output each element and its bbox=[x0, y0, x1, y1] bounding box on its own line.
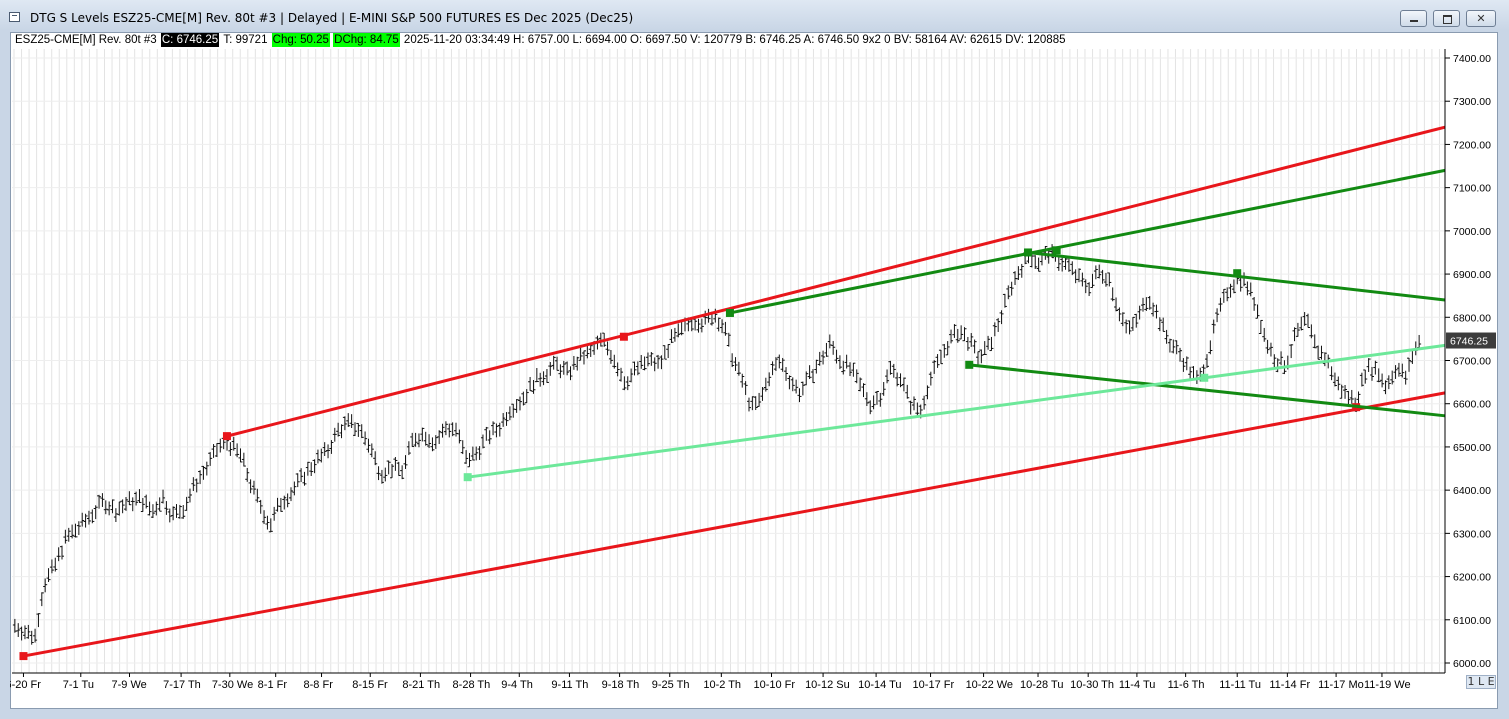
x-tick-label: 7-1 Tu bbox=[63, 679, 94, 691]
x-tick-label: 10-28 Tu bbox=[1020, 679, 1063, 691]
y-tick-label: 6200.00 bbox=[1453, 572, 1491, 584]
y-tick-label: 6000.00 bbox=[1453, 658, 1491, 670]
horizontal-grid bbox=[12, 57, 1445, 664]
chart-mode-label[interactable]: 1 L E bbox=[1466, 675, 1496, 689]
x-tick-label: 10-22 We bbox=[966, 679, 1014, 691]
x-tick-label: 8-21 Th bbox=[402, 679, 440, 691]
x-tick-label: 7-30 We bbox=[212, 679, 253, 691]
x-tick-label: 10-12 Su bbox=[805, 679, 850, 691]
minimize-button[interactable] bbox=[1400, 10, 1427, 27]
tick-count: T: 99721 bbox=[223, 34, 268, 46]
chart-window: DTG S Levels ESZ25-CME[M] Rev. 80t #3 | … bbox=[0, 0, 1509, 719]
title-bar[interactable]: DTG S Levels ESZ25-CME[M] Rev. 80t #3 | … bbox=[0, 0, 1509, 32]
price-chart[interactable]: 6000.00 6100.00 6200.00 6300.00 6400.00 6500.… bbox=[10, 32, 1498, 709]
x-tick-label: 8-8 Fr bbox=[304, 679, 334, 691]
x-tick-label: 11-14 Fr bbox=[1269, 679, 1310, 691]
x-tick-label: 8-28 Th bbox=[453, 679, 491, 691]
window-icon[interactable] bbox=[9, 12, 20, 22]
trend-anchor-marker bbox=[463, 473, 472, 482]
x-tick-label: 10-17 Fr bbox=[913, 679, 955, 691]
close-button[interactable] bbox=[1466, 10, 1496, 27]
y-tick-label: 7000.00 bbox=[1453, 226, 1491, 238]
trend-lines bbox=[19, 125, 1446, 661]
trend-anchor-marker bbox=[965, 360, 974, 369]
x-tick-label: 9-25 Th bbox=[652, 679, 690, 691]
trend-anchor-marker bbox=[1052, 246, 1061, 255]
x-tick-label: 11-17 Mo bbox=[1318, 679, 1364, 691]
y-tick-label: 6400.00 bbox=[1453, 485, 1491, 497]
y-tick-label: 6700.00 bbox=[1453, 356, 1491, 368]
x-tick-label: 9-4 Th bbox=[501, 679, 533, 691]
y-tick-label: 7400.00 bbox=[1453, 53, 1491, 65]
window-title: DTG S Levels ESZ25-CME[M] Rev. 80t #3 | … bbox=[30, 11, 634, 25]
trend-anchor-marker bbox=[19, 652, 28, 661]
trend-anchor-marker bbox=[725, 308, 734, 317]
x-tick-label: 8-15 Fr bbox=[352, 679, 388, 691]
x-tick-label: 11-11 Tu bbox=[1219, 679, 1261, 691]
x-tick-label: 9-11 Th bbox=[551, 679, 588, 691]
x-tick-label: 11-19 We bbox=[1364, 679, 1411, 691]
last-price-label: 6746.25 bbox=[1450, 336, 1488, 348]
maximize-button[interactable] bbox=[1433, 10, 1460, 27]
trend-anchor-marker bbox=[1023, 248, 1032, 257]
trend-line bbox=[729, 168, 1446, 315]
x-tick-label: 10-30 Th bbox=[1070, 679, 1114, 691]
change-value: Chg: 50.25 bbox=[271, 33, 330, 47]
x-tick-label: 10-14 Tu bbox=[858, 679, 901, 691]
info-bar: ESZ25-CME[M] Rev. 80t #3 C: 6746.25 T: 9… bbox=[14, 33, 1067, 47]
price-axis: 6000.00 6100.00 6200.00 6300.00 6400.00 6500.… bbox=[1444, 49, 1496, 673]
trend-anchor-marker bbox=[619, 332, 628, 341]
trend-anchor-marker bbox=[1233, 269, 1242, 278]
x-tick-label: 7-9 We bbox=[112, 679, 147, 691]
y-tick-label: 6500.00 bbox=[1453, 442, 1491, 454]
x-tick-label: 7-17 Th bbox=[163, 679, 201, 691]
quote-details: 2025-11-20 03:34:49 H: 6757.00 L: 6694.0… bbox=[403, 34, 1066, 46]
y-tick-label: 7100.00 bbox=[1453, 183, 1491, 195]
y-tick-label: 7300.00 bbox=[1453, 96, 1491, 108]
daily-change-value: DChg: 84.75 bbox=[333, 33, 400, 47]
x-tick-label: 10-2 Th bbox=[703, 679, 741, 691]
time-axis: 6-20 Fr 7-1 Tu 7-9 We 7-17 Th 7-30 We 8-1 Fr 8… bbox=[10, 672, 1445, 691]
x-tick-label: 10-10 Fr bbox=[753, 679, 795, 691]
y-tick-label: 6100.00 bbox=[1453, 615, 1491, 627]
y-tick-label: 6300.00 bbox=[1453, 528, 1491, 540]
x-tick-label: 6-20 Fr bbox=[10, 679, 41, 691]
y-tick-label: 6900.00 bbox=[1453, 269, 1491, 281]
y-tick-label: 6800.00 bbox=[1453, 312, 1491, 324]
x-tick-label: 11-4 Tu bbox=[1119, 679, 1156, 691]
symbol-label: ESZ25-CME[M] Rev. 80t #3 bbox=[15, 34, 157, 46]
y-tick-label: 6600.00 bbox=[1453, 399, 1491, 411]
x-tick-label: 9-18 Th bbox=[602, 679, 640, 691]
trend-anchor-marker bbox=[222, 432, 231, 441]
trend-line bbox=[969, 363, 1446, 418]
close-value: C: 6746.25 bbox=[160, 33, 220, 47]
x-tick-label: 8-1 Fr bbox=[258, 679, 288, 691]
x-tick-label: 11-6 Th bbox=[1168, 679, 1205, 691]
y-tick-label: 7200.00 bbox=[1453, 139, 1491, 151]
trend-anchor-marker bbox=[1200, 373, 1209, 382]
